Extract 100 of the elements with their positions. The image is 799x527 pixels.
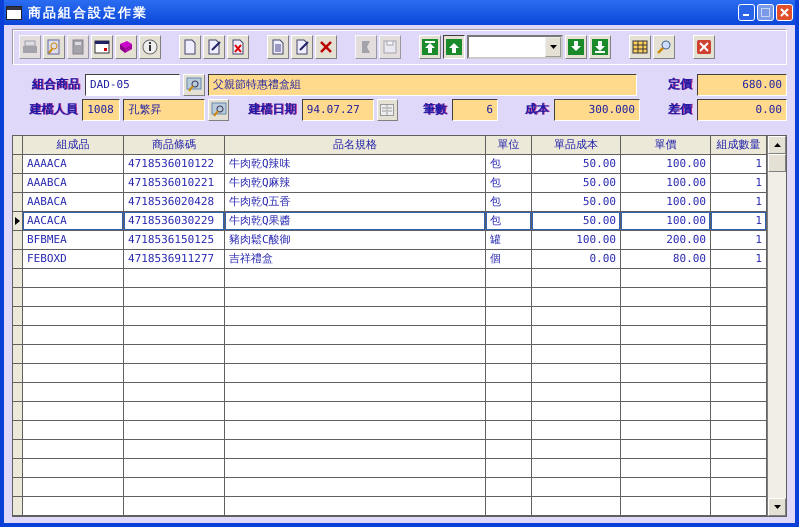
empty-table-cell [486, 345, 532, 364]
table-cell: 4718536010122 [124, 155, 225, 174]
table-cell: 50.00 [532, 174, 621, 193]
empty-table-cell [486, 269, 532, 288]
scroll-thumb[interactable] [768, 154, 786, 172]
table-cell: 100.00 [532, 231, 621, 250]
input-field[interactable]: 680.00 [697, 74, 787, 96]
table-cell: 50.00 [532, 212, 621, 231]
field-label: 組合商品 [30, 76, 81, 93]
edit-document-icon [294, 39, 310, 55]
table-cell: AAAACA [23, 155, 124, 174]
close-icon [696, 39, 712, 55]
table-cell: FEBOXD [23, 250, 124, 269]
empty-table-cell [486, 402, 532, 421]
scroll-down-button[interactable] [768, 498, 786, 516]
empty-table-cell [486, 459, 532, 478]
window-title: 商品組合設定作業 [28, 4, 148, 22]
scrollbar[interactable] [767, 136, 786, 516]
column-header[interactable]: 品名規格 [225, 136, 486, 155]
table-cell: 4718536020428 [124, 193, 225, 212]
table-cell: 1 [711, 212, 767, 231]
table-cell: 50.00 [532, 155, 621, 174]
table-cell: 豬肉鬆C酸御 [225, 231, 486, 250]
input-field[interactable]: 孔繁昇 [123, 98, 206, 120]
table-cell: 4718536150125 [124, 231, 225, 250]
calendar-icon [380, 104, 394, 116]
empty-table-cell [486, 307, 532, 326]
column-header[interactable]: 商品條碼 [124, 136, 225, 155]
document-icon [270, 39, 286, 55]
close-icon [780, 8, 789, 17]
close-button[interactable] [776, 4, 793, 21]
toolbar-button[interactable] [443, 35, 465, 59]
search-icon [210, 102, 227, 118]
table-cell: 包 [486, 155, 532, 174]
empty-table-cell [486, 326, 532, 345]
table-cell: 包 [486, 212, 532, 231]
table-cell: 4718536010221 [124, 174, 225, 193]
row-indicator[interactable] [13, 212, 23, 231]
first-record-icon [422, 39, 438, 55]
maximize-icon [761, 8, 770, 17]
table-cell: 吉祥禮盒 [225, 250, 486, 269]
caret-icon [550, 45, 556, 49]
maximize-button[interactable] [757, 4, 774, 21]
table-cell: 牛肉乾Q辣味 [225, 155, 486, 174]
current-row-icon [15, 217, 20, 225]
input-field[interactable]: 1008 [82, 98, 120, 120]
info-icon [142, 39, 158, 55]
input-field[interactable]: 300.000 [554, 98, 640, 120]
delete-document-icon [230, 39, 246, 55]
field-label: 建檔人員 [28, 101, 78, 118]
table-cell: 4718536911277 [124, 250, 225, 269]
table-cell: AABACA [23, 193, 124, 212]
search-icon [186, 76, 202, 92]
column-header[interactable]: 組成數量 [711, 136, 767, 155]
input-field[interactable]: 0.00 [697, 98, 787, 120]
table-cell: 牛肉乾Q果醬 [225, 212, 486, 231]
scroll-up-icon [774, 143, 780, 147]
table-cell: BFBMEA [23, 231, 124, 250]
scroll-up-button[interactable] [768, 136, 786, 154]
table-cell: 80.00 [621, 250, 711, 269]
table-cell: 100.00 [621, 212, 711, 231]
last-record-icon [592, 39, 608, 55]
column-header[interactable]: 單品成本 [532, 136, 621, 155]
calendar-button[interactable] [376, 98, 398, 120]
column-header[interactable]: 組成品 [23, 136, 124, 155]
table-cell: 200.00 [621, 231, 711, 250]
window-icon [6, 6, 22, 20]
column-header[interactable]: 單位 [486, 136, 532, 155]
input-field[interactable]: 6 [452, 98, 498, 120]
table-cell: 50.00 [532, 193, 621, 212]
lookup-button[interactable] [208, 98, 230, 120]
column-header[interactable]: 單價 [621, 136, 711, 155]
table-cell: 包 [486, 174, 532, 193]
calendar-icon [94, 39, 110, 55]
table-cell: 100.00 [621, 174, 711, 193]
document-icon [182, 39, 198, 55]
empty-table-cell [486, 421, 532, 440]
record-dropdown[interactable] [467, 35, 563, 59]
minimize-button[interactable] [738, 4, 755, 21]
field-label: 成本 [524, 101, 550, 118]
empty-table-cell [486, 364, 532, 383]
empty-table-cell [486, 383, 532, 402]
preview-icon [46, 39, 62, 55]
input-field[interactable]: 94.07.27 [302, 98, 374, 120]
table-cell: 0.00 [532, 250, 621, 269]
input-field[interactable]: 父親節特惠禮盒組 [208, 74, 637, 96]
calculator-icon [70, 39, 86, 55]
table-cell: AAABCA [23, 174, 124, 193]
table-cell: AACACA [23, 212, 124, 231]
table-cell: 牛肉乾Q麻辣 [225, 174, 486, 193]
table-cell: 包 [486, 193, 532, 212]
table-cell: 個 [486, 250, 532, 269]
lookup-button[interactable] [183, 74, 205, 96]
input-field[interactable]: DAD-05 [85, 74, 180, 96]
cross-icon [318, 39, 334, 55]
field-label: 定價 [666, 76, 693, 93]
empty-table-cell [486, 288, 532, 307]
scroll-down-icon [774, 505, 780, 509]
field-label: 差價 [666, 101, 693, 118]
table-cell: 100.00 [621, 193, 711, 212]
